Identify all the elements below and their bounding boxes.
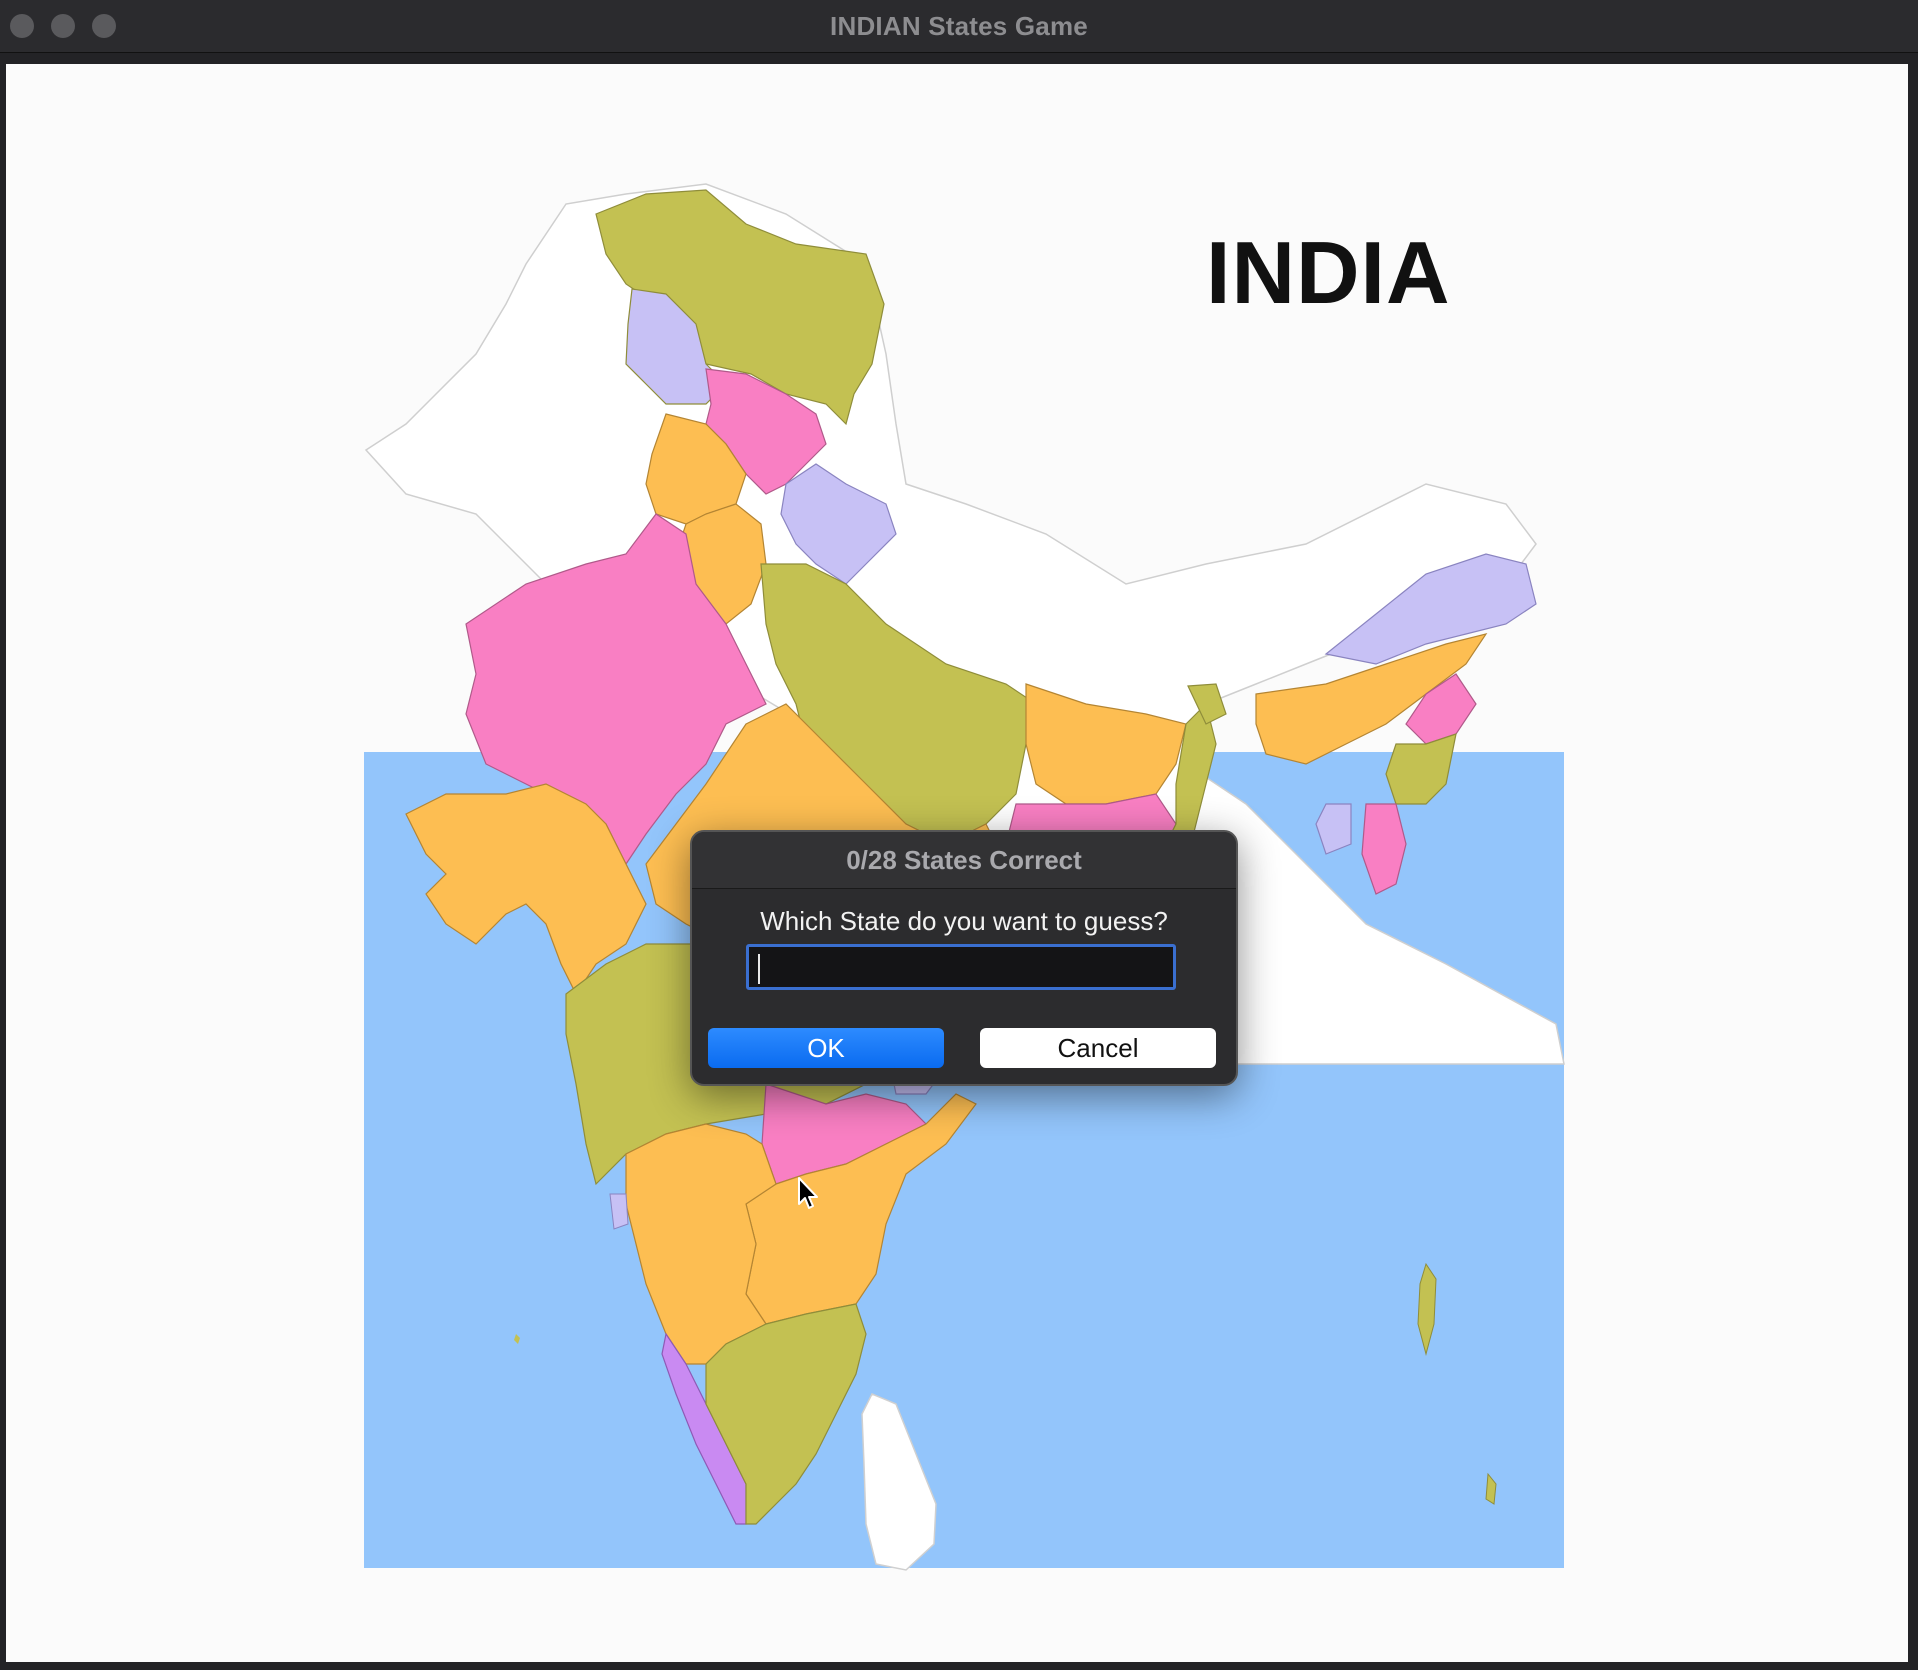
sea-area-east <box>1206 1064 1564 1568</box>
arrow-pointer-icon <box>798 1177 818 1209</box>
ok-button[interactable]: OK <box>708 1028 944 1068</box>
country-label: INDIA <box>1206 223 1451 322</box>
text-caret <box>758 954 760 984</box>
game-canvas[interactable]: INDIA 0/28 States Correct Which State do… <box>6 64 1908 1662</box>
state-guess-input[interactable] <box>746 944 1176 990</box>
dialog-prompt: Which State do you want to guess? <box>760 906 1168 936</box>
cancel-button[interactable]: Cancel <box>980 1028 1216 1068</box>
guess-dialog: 0/28 States Correct Which State do you w… <box>690 830 1238 1086</box>
title-bar: INDIAN States Game <box>0 0 1918 53</box>
game-window: INDIAN States Game INDIA 0/28 States Cor… <box>0 0 1918 1670</box>
dialog-title: 0/28 States Correct <box>692 832 1236 889</box>
window-title: INDIAN States Game <box>830 11 1088 41</box>
